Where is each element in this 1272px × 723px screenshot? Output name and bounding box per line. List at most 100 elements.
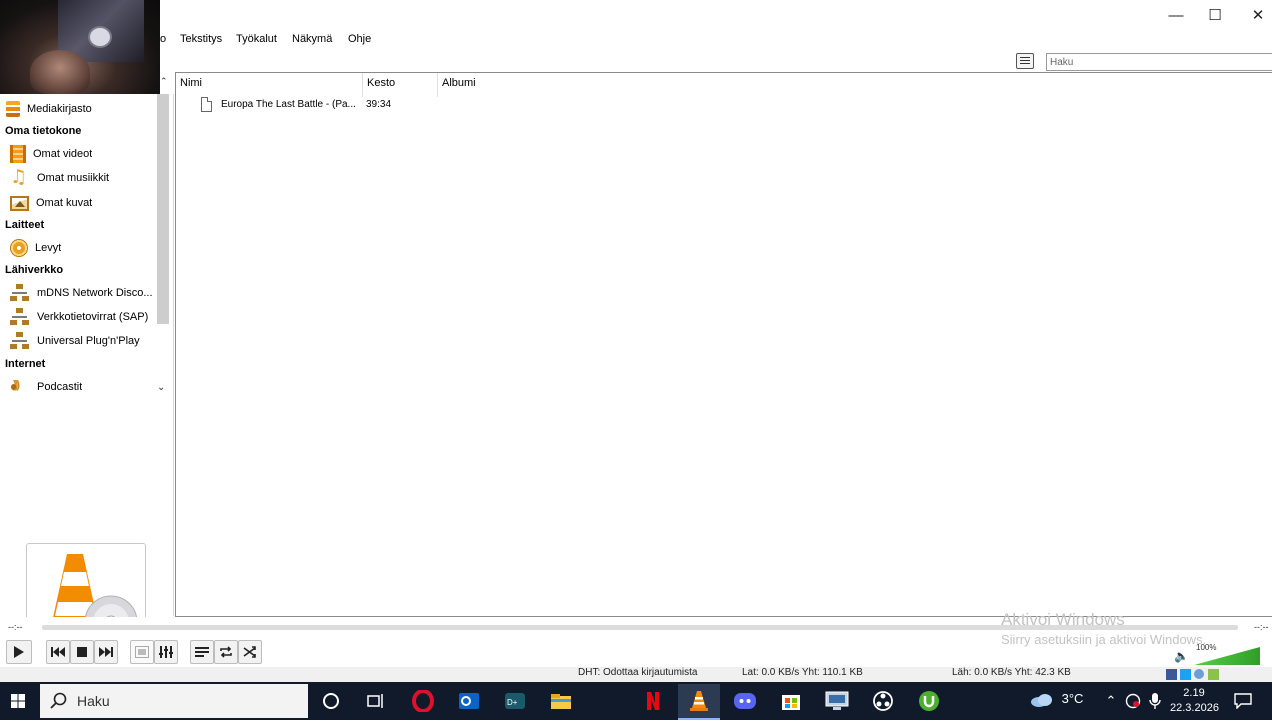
task-view-icon[interactable] bbox=[361, 686, 391, 716]
playlist-toolbar bbox=[160, 50, 1272, 72]
image-icon bbox=[10, 195, 29, 211]
podcast-icon bbox=[10, 378, 30, 396]
remote-desktop-icon[interactable] bbox=[822, 686, 852, 716]
notification-icon[interactable] bbox=[1228, 686, 1258, 716]
sidebar-group-local-network: Lähiverkko bbox=[5, 264, 64, 276]
disney-plus-icon[interactable]: D+ bbox=[500, 686, 530, 716]
netflix-icon[interactable] bbox=[638, 686, 668, 716]
menu-item-view[interactable]: Näkymä bbox=[292, 33, 332, 45]
dht-status: DHT: Odottaa kirjautumista bbox=[578, 667, 698, 678]
clock-time: 2.19 bbox=[1183, 687, 1205, 699]
download-status: Lat: 0.0 KB/s Yht: 110.1 KB bbox=[742, 667, 863, 678]
svg-text:D+: D+ bbox=[507, 698, 518, 707]
film-icon bbox=[10, 145, 26, 163]
sidebar-item-label: Verkkotietovirrat (SAP) bbox=[37, 311, 149, 323]
taskbar-clock[interactable]: 2.19 22.3.2026 bbox=[1170, 686, 1219, 716]
sidebar-item-label: Omat videot bbox=[33, 148, 93, 160]
column-header-album[interactable]: Albumi bbox=[442, 77, 476, 95]
windows-taskbar: Haku D+ 3°C ⌃ 2.19 22.3.2026 bbox=[0, 682, 1272, 720]
start-button[interactable] bbox=[0, 682, 36, 720]
close-button[interactable]: ✕ bbox=[1236, 0, 1272, 30]
sidebar-item-mdns[interactable]: mDNS Network Disco... bbox=[0, 282, 156, 304]
taskbar-search-label: Haku bbox=[77, 693, 110, 709]
sidebar-scrollbar-thumb[interactable] bbox=[157, 94, 169, 324]
opera-browser-icon[interactable] bbox=[408, 686, 438, 716]
microphone-icon[interactable] bbox=[1140, 686, 1170, 716]
store-icon[interactable] bbox=[776, 686, 806, 716]
sidebar-item-podcasts[interactable]: Podcastit bbox=[0, 376, 156, 398]
obs-studio-icon[interactable] bbox=[868, 686, 898, 716]
remaining-time[interactable]: --:-- bbox=[1254, 622, 1269, 632]
sidebar-group-devices: Laitteet bbox=[5, 219, 45, 231]
column-separator[interactable] bbox=[362, 73, 363, 97]
weather-widget[interactable]: 3°C bbox=[1030, 691, 1083, 707]
vlc-taskbar-icon[interactable] bbox=[678, 684, 720, 720]
skip-previous-icon bbox=[51, 647, 65, 657]
torrent-status-bar: DHT: Odottaa kirjautumista Lat: 0.0 KB/s… bbox=[0, 667, 1272, 682]
sidebar-item-label: Universal Plug'n'Play bbox=[37, 335, 140, 347]
play-button[interactable] bbox=[6, 640, 32, 664]
sidebar-item-videos[interactable]: Omat videot bbox=[0, 143, 156, 165]
next-button[interactable] bbox=[94, 640, 118, 664]
chevron-up-icon[interactable]: ⌃ bbox=[160, 76, 168, 87]
webcam-overlay bbox=[0, 0, 160, 94]
stop-button[interactable] bbox=[70, 640, 94, 664]
cortana-icon[interactable] bbox=[316, 686, 346, 716]
sidebar-group-my-computer: Oma tietokone bbox=[5, 125, 82, 137]
sidebar-item-media-library[interactable]: Mediakirjasto bbox=[0, 98, 156, 120]
menu-item-tools[interactable]: Työkalut bbox=[236, 33, 277, 45]
sidebar-item-music[interactable]: Omat musiikkit bbox=[0, 166, 156, 189]
speaker-icon[interactable]: 🔈 bbox=[1174, 649, 1189, 663]
previous-button[interactable] bbox=[46, 640, 70, 664]
sidebar-item-upnp[interactable]: Universal Plug'n'Play bbox=[0, 330, 156, 352]
row-name: Europa The Last Battle - (Pa... bbox=[221, 99, 356, 110]
volume-control[interactable]: 🔈 100% bbox=[1172, 643, 1262, 667]
clock-date: 22.3.2026 bbox=[1170, 702, 1219, 714]
watermark-title: Aktivoi Windows bbox=[1001, 610, 1125, 629]
sidebar-item-discs[interactable]: Levyt bbox=[0, 237, 156, 259]
skip-next-icon bbox=[99, 647, 113, 657]
utorrent-icon[interactable] bbox=[914, 686, 944, 716]
menu-item-help[interactable]: Ohje bbox=[348, 33, 371, 45]
extended-settings-button[interactable] bbox=[154, 640, 178, 664]
network-icon bbox=[10, 308, 30, 326]
title-bar: — ☐ ✕ bbox=[0, 0, 1272, 30]
play-icon bbox=[14, 646, 24, 658]
music-note-icon bbox=[10, 166, 30, 188]
playlist-button[interactable] bbox=[190, 640, 214, 664]
sidebar-item-label: Omat musiikkit bbox=[37, 172, 110, 184]
playlist-table: Nimi Kesto Albumi Europa The Last Battle… bbox=[175, 72, 1272, 617]
network-icon bbox=[10, 284, 30, 302]
sidebar: Mediakirjasto Oma tietokone Omat videot … bbox=[0, 94, 174, 663]
sidebar-group-internet: Internet bbox=[5, 358, 46, 370]
sidebar-item-sap[interactable]: Verkkotietovirrat (SAP) bbox=[0, 306, 156, 328]
menu-bar: o Tekstitys Työkalut Näkymä Ohje bbox=[0, 30, 1272, 50]
volume-percent: 100% bbox=[1196, 643, 1217, 652]
media-library-icon bbox=[6, 101, 20, 117]
shuffle-button[interactable] bbox=[238, 640, 262, 664]
maximize-button[interactable]: ☐ bbox=[1193, 0, 1237, 30]
sidebar-item-label: Podcastit bbox=[37, 381, 83, 393]
weather-temperature: 3°C bbox=[1061, 691, 1084, 706]
loop-icon bbox=[220, 646, 232, 658]
discord-icon[interactable] bbox=[730, 686, 760, 716]
fullscreen-button[interactable] bbox=[130, 640, 154, 664]
column-header-duration[interactable]: Kesto bbox=[367, 77, 395, 95]
windows-logo-icon bbox=[11, 694, 25, 708]
column-separator[interactable] bbox=[437, 73, 438, 97]
menu-item-media[interactable]: o bbox=[160, 33, 166, 45]
taskbar-search[interactable]: Haku bbox=[40, 684, 308, 718]
elapsed-time: --:-- bbox=[8, 622, 23, 632]
minimize-button[interactable]: — bbox=[1154, 0, 1198, 30]
column-header-name[interactable]: Nimi bbox=[180, 77, 202, 95]
outlook-icon[interactable] bbox=[454, 686, 484, 716]
search-input[interactable] bbox=[1046, 53, 1272, 71]
sidebar-item-pictures[interactable]: Omat kuvat bbox=[0, 192, 156, 214]
loop-button[interactable] bbox=[214, 640, 238, 664]
file-explorer-icon[interactable] bbox=[546, 686, 576, 716]
playlist-view-toggle-button[interactable] bbox=[1016, 53, 1034, 69]
menu-item-subtitle[interactable]: Tekstitys bbox=[180, 33, 222, 45]
sidebar-item-label: Levyt bbox=[35, 242, 62, 254]
chevron-down-icon[interactable]: ⌄ bbox=[157, 382, 165, 393]
social-icons[interactable] bbox=[1166, 668, 1222, 683]
